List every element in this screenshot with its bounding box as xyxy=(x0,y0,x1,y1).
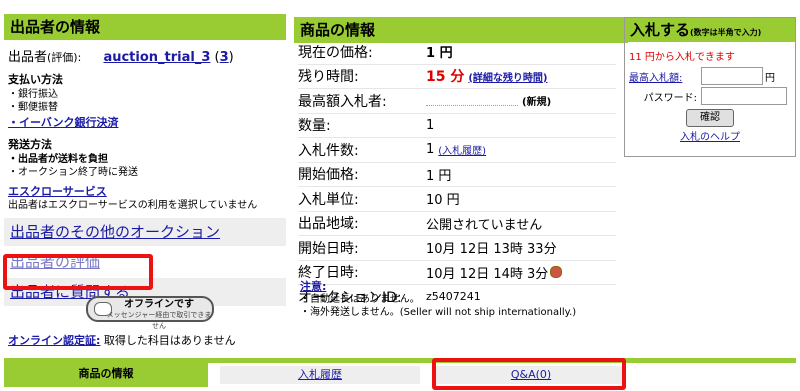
tab-bid-history[interactable]: 入札履歴 xyxy=(220,366,420,384)
offline-sub: メッセンジャー経由で取引できません xyxy=(106,311,212,330)
offline-status-button[interactable]: オフラインです メッセンジャー経由で取引できません xyxy=(86,296,214,330)
payment-title: 支払い方法 xyxy=(8,73,63,86)
bid-header-title: 入札する xyxy=(630,21,691,39)
seller-rating-link[interactable]: 3 xyxy=(220,50,229,65)
seller-line: 出品者(評価): auction_trial_3 (3) xyxy=(8,46,282,65)
note-line: ・海外発送しません。(Seller will not ship internat… xyxy=(300,307,577,318)
info-row-price: 現在の価格: 1 円 xyxy=(298,40,616,65)
info-key: 開始日時: xyxy=(298,240,359,257)
notes-title-link[interactable]: 注意: xyxy=(300,280,616,293)
top-bidder-blur xyxy=(426,95,518,107)
other-auctions-link[interactable]: 出品者のその他のオークション xyxy=(10,223,220,241)
info-row-start-price: 開始価格: 1 円 xyxy=(298,163,616,187)
confirm-button[interactable]: 確認 xyxy=(686,109,734,127)
password-input[interactable] xyxy=(701,87,787,105)
detailed-time-link[interactable]: (詳細な残り時間) xyxy=(468,69,547,84)
shipping-title: 発送方法 xyxy=(8,138,52,151)
payment-item: ・銀行振込 xyxy=(8,89,58,100)
info-value: 10 円 xyxy=(426,193,460,209)
info-key: 出品地域: xyxy=(298,216,359,233)
max-bid-row: 最高入札額: 円 xyxy=(629,67,791,85)
bid-panel: 入札する(数字は半角で入力) 11 円から入札できます 最高入札額: 円 パスワ… xyxy=(624,17,796,157)
info-row-bid-count: 入札件数: 1 (入札履歴) xyxy=(298,138,616,163)
password-row: パスワード: xyxy=(629,87,791,105)
online-cert-text: 取得した科目はありません xyxy=(103,334,236,347)
info-value: 1 円 xyxy=(426,168,452,184)
rating-label: (評価): xyxy=(47,51,82,64)
tab-item-info[interactable]: 商品の情報 xyxy=(4,361,208,387)
messenger-icon xyxy=(94,302,112,316)
info-key: 数量: xyxy=(298,118,331,135)
info-value: 1 円 xyxy=(426,46,453,62)
shipping-item: ・出品者が送料を負担 xyxy=(8,154,108,165)
ask-seller-highlight xyxy=(3,254,153,290)
escrow-link[interactable]: エスクローサービス xyxy=(8,183,282,199)
max-bid-label-link[interactable]: 最高入札額: xyxy=(629,69,701,84)
bid-header-note: (数字は半角で入力) xyxy=(690,28,762,37)
payment-item: ・郵便振替 xyxy=(8,102,58,113)
bid-min-hint: 11 円から入札できます xyxy=(629,52,735,63)
info-value: 1 xyxy=(426,117,435,133)
escrow-text: 出品者はエスクローサービスの利用を選択していません xyxy=(8,200,258,211)
info-row-top-bidder: 最高額入札者: (新規) xyxy=(298,89,616,114)
info-value: 1 xyxy=(426,142,435,158)
info-key: 入札件数: xyxy=(298,142,359,159)
bid-history-link[interactable]: (入札履歴) xyxy=(438,142,486,157)
max-bid-input[interactable] xyxy=(701,67,763,85)
ebank-payment-link[interactable]: ・イーバンク銀行決済 xyxy=(8,114,282,130)
info-key: 開始価格: xyxy=(298,167,359,184)
info-row-quantity: 数量: 1 xyxy=(298,114,616,138)
item-notes: 注意: ・自動延長はありません。 ・海外発送しません。(Seller will … xyxy=(300,280,616,319)
info-key: 最高額入札者: xyxy=(298,93,387,110)
item-info-table: 現在の価格: 1 円 残り時間: 15 分 (詳細な残り時間) 最高額入札者: … xyxy=(298,40,616,309)
bid-panel-header: 入札する(数字は半角で入力) xyxy=(625,18,795,42)
seller-info-header: 出品者の情報 xyxy=(4,14,286,40)
info-row-start-time: 開始日時: 10月 12日 13時 33分 xyxy=(298,236,616,261)
other-auctions-item[interactable]: 出品者のその他のオークション xyxy=(4,218,286,246)
online-cert: オンライン認定証: 取得した科目はありません xyxy=(8,332,236,348)
top-bidder-note: (新規) xyxy=(522,97,552,109)
info-value: 10月 12日 13時 33分 xyxy=(426,242,557,258)
rating-close: ) xyxy=(228,50,234,65)
bottom-tab-bar: 商品の情報 入札履歴 Q&A(0) xyxy=(4,358,796,391)
password-label: パスワード: xyxy=(643,92,697,104)
info-key: 現在の価格: xyxy=(298,44,373,61)
info-key: 残り時間: xyxy=(298,69,359,86)
remaining-time-value: 15 分 xyxy=(426,69,465,86)
info-value: 10月 12日 14時 3分 xyxy=(426,266,549,282)
info-value: 公開されていません xyxy=(426,217,543,233)
bid-help-link[interactable]: 入札のヘルプ xyxy=(625,128,795,143)
currency-label: 円 xyxy=(765,72,775,84)
info-row-bid-unit: 入札単位: 10 円 xyxy=(298,187,616,212)
info-key: 入札単位: xyxy=(298,191,359,208)
seller-name-link[interactable]: auction_trial_3 xyxy=(103,50,210,65)
offline-label: オフラインです xyxy=(124,299,194,310)
note-line: ・自動延長はありません。 xyxy=(300,294,420,305)
online-cert-link[interactable]: オンライン認定証: xyxy=(8,334,100,347)
tab-bid-history-link[interactable]: 入札履歴 xyxy=(298,368,342,381)
seller-label: 出品者 xyxy=(8,50,48,65)
info-row-remaining: 残り時間: 15 分 (詳細な残り時間) xyxy=(298,65,616,89)
qa-tab-highlight xyxy=(432,358,626,390)
shipping-item: ・オークション終了時に発送 xyxy=(8,167,138,178)
alarm-clock-icon[interactable] xyxy=(550,266,563,279)
info-row-region: 出品地域: 公開されていません xyxy=(298,212,616,236)
